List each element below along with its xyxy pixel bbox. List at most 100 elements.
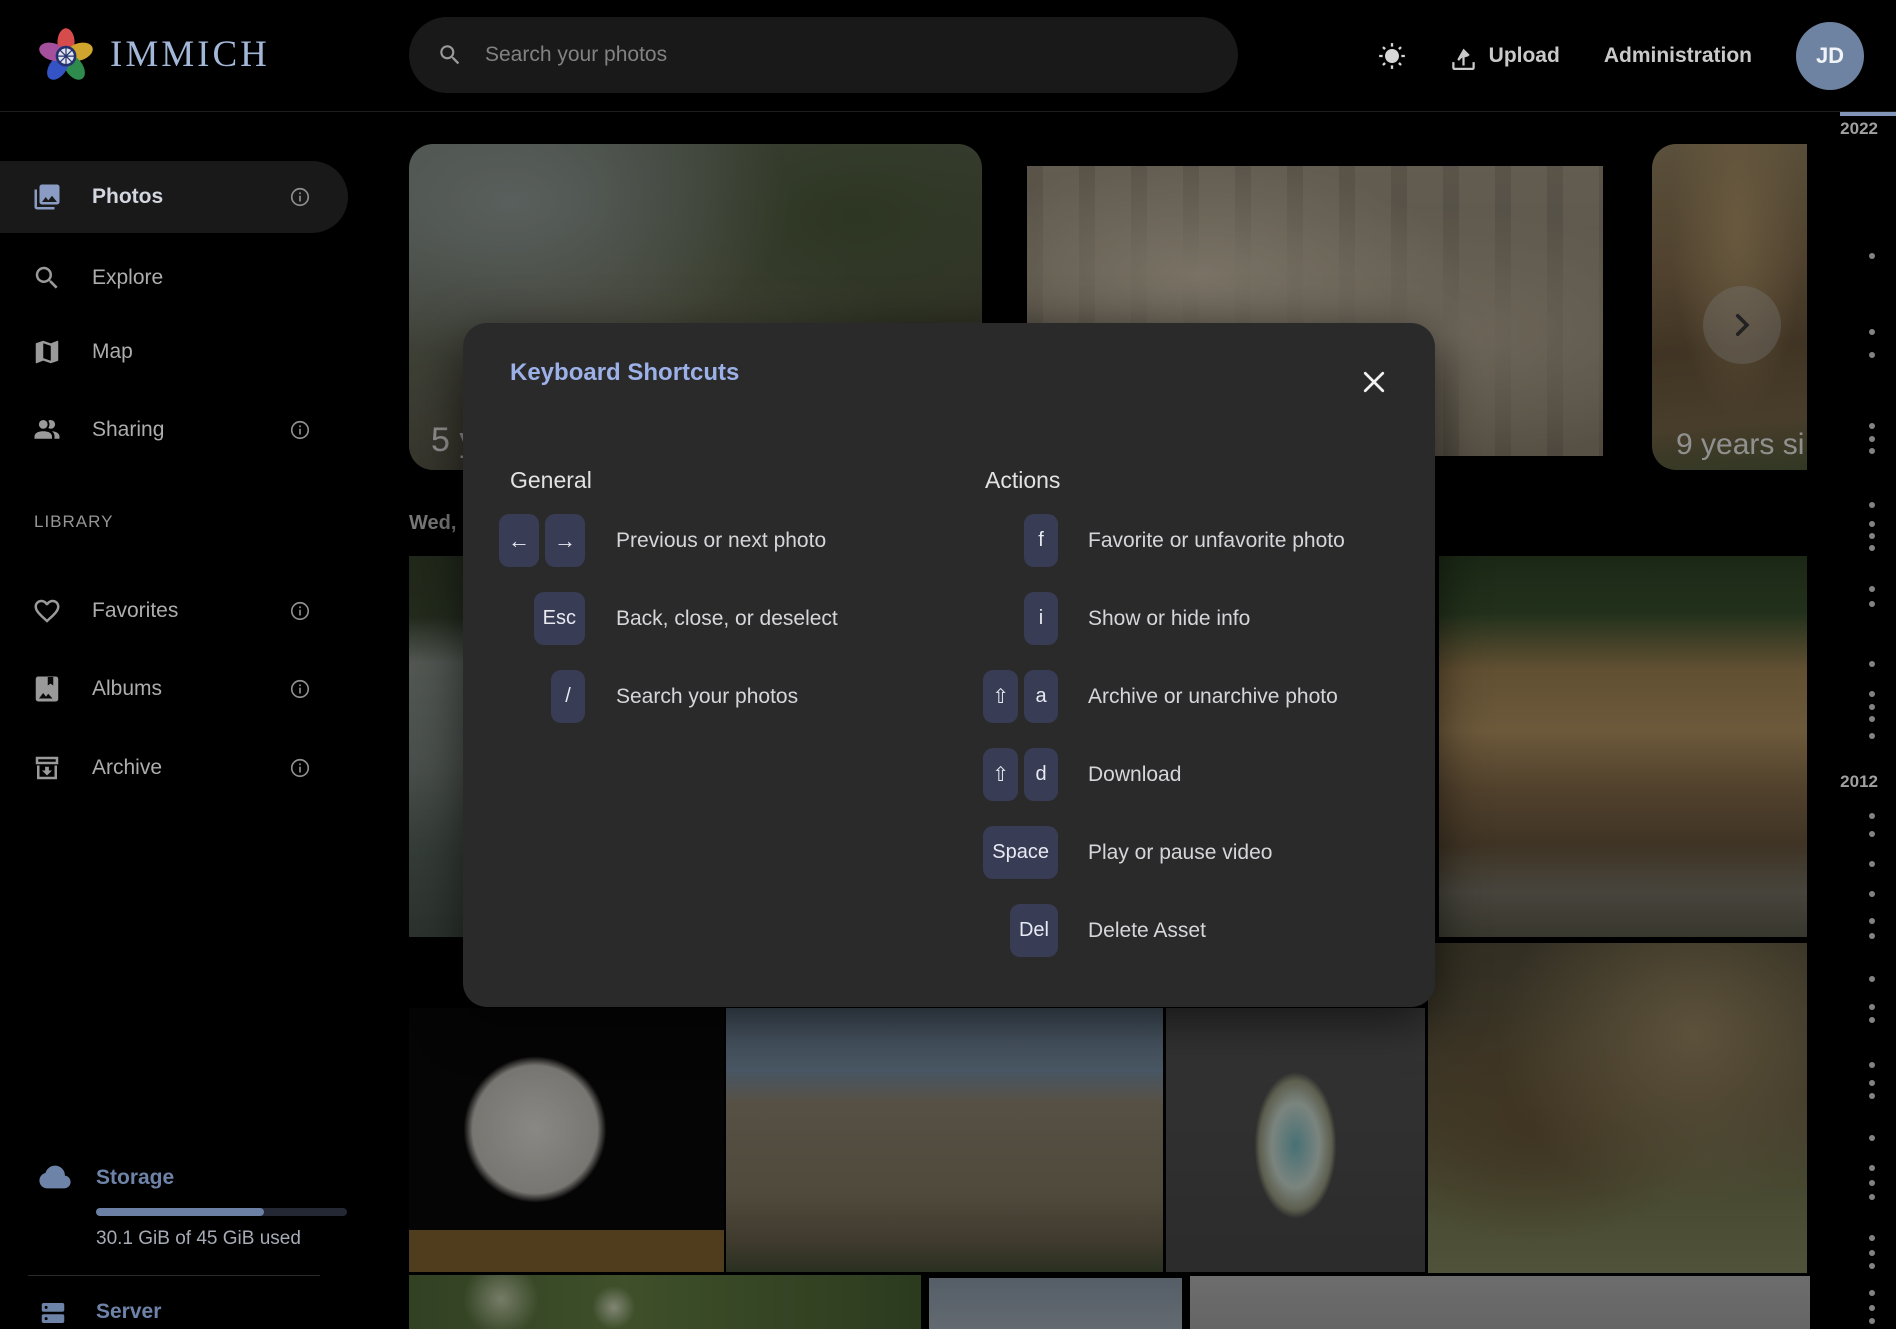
search-icon — [437, 42, 463, 68]
sidebar-item-map[interactable]: Map — [0, 316, 348, 388]
scrubber-year-2012: 2012 — [1840, 772, 1878, 792]
sidebar: Photos Explore Map Sharing — [0, 112, 348, 1329]
map-icon — [32, 337, 62, 367]
shortcut-row: f Favorite or unfavorite photo — [938, 514, 1345, 567]
sidebar-label-explore: Explore — [92, 266, 163, 290]
sidebar-item-explore[interactable]: Explore — [0, 242, 348, 314]
administration-label: Administration — [1604, 44, 1752, 68]
storage-used-text: 30.1 GiB of 45 GiB used — [96, 1228, 301, 1250]
info-icon[interactable] — [289, 678, 311, 700]
sidebar-label-map: Map — [92, 340, 133, 364]
key-shift: ⇧ — [983, 670, 1018, 723]
sidebar-item-photos[interactable]: Photos — [0, 161, 348, 233]
shortcut-keys: Space — [938, 826, 1058, 879]
keyboard-shortcuts-modal: Keyboard Shortcuts General Actions ← → P… — [463, 323, 1435, 1007]
sidebar-label-photos: Photos — [92, 185, 163, 209]
storage-progress-bar — [96, 1208, 347, 1216]
key-left-arrow: ← — [499, 514, 539, 567]
administration-link[interactable]: Administration — [1604, 44, 1752, 68]
shortcut-description: Previous or next photo — [616, 529, 826, 553]
sidebar-item-albums[interactable]: Albums — [0, 653, 348, 725]
album-icon — [32, 674, 62, 704]
shortcut-keys: ⇧ d — [938, 748, 1058, 801]
heart-icon — [32, 596, 62, 626]
key-esc: Esc — [534, 592, 585, 645]
key-a: a — [1024, 670, 1058, 723]
shortcut-description: Play or pause video — [1088, 841, 1272, 865]
key-i: i — [1024, 592, 1058, 645]
key-d: d — [1024, 748, 1058, 801]
key-slash: / — [551, 670, 585, 723]
top-bar-actions: Upload Administration JD — [1378, 0, 1864, 112]
key-f: f — [1024, 514, 1058, 567]
shortcut-description: Back, close, or deselect — [616, 607, 838, 631]
shortcut-row: ⇧ d Download — [938, 748, 1181, 801]
app-logo[interactable]: IMMICH — [38, 24, 270, 84]
storage-progress-fill — [96, 1208, 264, 1216]
library-section-header: LIBRARY — [34, 512, 113, 532]
close-icon[interactable] — [1359, 367, 1389, 397]
upload-button[interactable]: Upload — [1450, 43, 1560, 70]
shortcut-keys: Del — [938, 904, 1058, 957]
sidebar-label-albums: Albums — [92, 677, 162, 701]
archive-icon — [32, 753, 62, 783]
top-bar: IMMICH Upload Administration — [0, 0, 1896, 112]
server-title: Server — [96, 1300, 161, 1324]
timeline-scrubber[interactable]: 2022 2012 — [1807, 112, 1896, 1329]
search-bar[interactable] — [409, 17, 1238, 93]
explore-search-icon — [32, 263, 62, 293]
shortcut-description: Favorite or unfavorite photo — [1088, 529, 1345, 553]
shortcut-keys: ⇧ a — [938, 670, 1058, 723]
shortcut-description: Show or hide info — [1088, 607, 1250, 631]
key-del: Del — [1010, 904, 1058, 957]
scrubber-position-indicator[interactable] — [1840, 112, 1896, 116]
info-icon[interactable] — [289, 600, 311, 622]
shortcut-keys: ← → — [463, 514, 585, 567]
scrubber-year-2022: 2022 — [1840, 119, 1878, 139]
theme-toggle-button[interactable] — [1378, 42, 1406, 70]
sidebar-item-favorites[interactable]: Favorites — [0, 575, 348, 647]
sidebar-label-favorites: Favorites — [92, 599, 178, 623]
app-title: IMMICH — [110, 33, 270, 76]
shortcut-keys: / — [463, 670, 585, 723]
shortcut-row: ⇧ a Archive or unarchive photo — [938, 670, 1338, 723]
sidebar-label-archive: Archive — [92, 756, 162, 780]
actions-section-header: Actions — [985, 467, 1060, 494]
shortcut-description: Download — [1088, 763, 1181, 787]
search-input[interactable] — [485, 43, 1185, 67]
sidebar-item-archive[interactable]: Archive — [0, 732, 348, 804]
photos-icon — [32, 182, 62, 212]
sharing-people-icon — [32, 415, 62, 445]
shortcut-row: Space Play or pause video — [938, 826, 1272, 879]
shortcut-keys: i — [938, 592, 1058, 645]
shortcut-row: / Search your photos — [463, 670, 798, 723]
server-icon — [38, 1298, 68, 1328]
immich-flower-icon — [38, 24, 94, 84]
info-icon[interactable] — [289, 757, 311, 779]
sidebar-label-sharing: Sharing — [92, 418, 164, 442]
immich-app: 5 y 9 years si Wed, 2022 2012 — [0, 0, 1896, 1329]
shortcut-row: Esc Back, close, or deselect — [463, 592, 838, 645]
shortcut-row: ← → Previous or next photo — [463, 514, 826, 567]
key-shift: ⇧ — [983, 748, 1018, 801]
shortcut-keys: f — [938, 514, 1058, 567]
shortcut-description: Delete Asset — [1088, 919, 1206, 943]
key-space: Space — [983, 826, 1058, 879]
upload-icon — [1450, 43, 1477, 70]
modal-title: Keyboard Shortcuts — [510, 359, 739, 387]
key-right-arrow: → — [545, 514, 585, 567]
cloud-icon — [38, 1160, 72, 1194]
upload-label: Upload — [1489, 44, 1560, 68]
storage-title: Storage — [96, 1166, 174, 1190]
shortcut-description: Search your photos — [616, 685, 798, 709]
shortcut-row: Del Delete Asset — [938, 904, 1206, 957]
general-section-header: General — [510, 467, 592, 494]
shortcut-description: Archive or unarchive photo — [1088, 685, 1338, 709]
shortcut-row: i Show or hide info — [938, 592, 1250, 645]
sun-icon — [1378, 42, 1406, 70]
user-avatar[interactable]: JD — [1796, 22, 1864, 90]
sidebar-item-sharing[interactable]: Sharing — [0, 394, 348, 466]
info-icon[interactable] — [289, 186, 311, 208]
avatar-initials: JD — [1816, 43, 1844, 69]
info-icon[interactable] — [289, 419, 311, 441]
